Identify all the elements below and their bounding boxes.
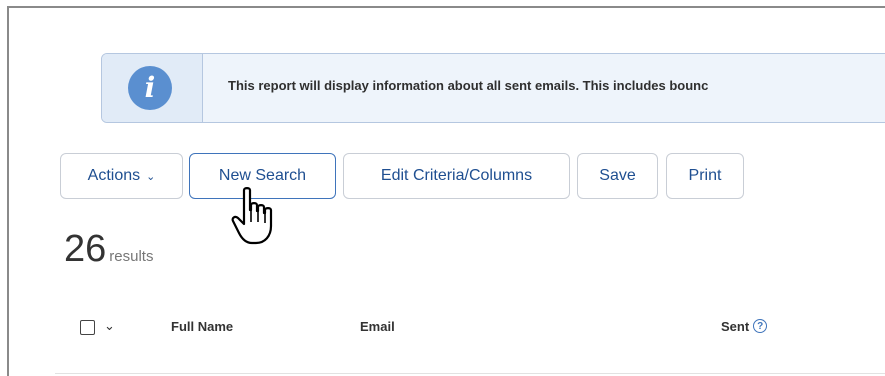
info-banner: i This report will display information a… — [101, 53, 885, 123]
results-count-label: results — [109, 248, 154, 265]
results-count: 26 results — [64, 228, 153, 271]
frame-border-top — [7, 6, 885, 8]
chevron-down-icon: ⌄ — [146, 171, 156, 183]
column-header-full-name[interactable]: Full Name — [171, 319, 233, 334]
table-divider — [55, 373, 885, 374]
actions-button[interactable]: Actions ⌄ — [60, 153, 183, 199]
info-icon: i — [128, 66, 172, 110]
table-header: ⌄ Full Name Email Sent? — [60, 315, 885, 345]
edit-criteria-columns-button[interactable]: Edit Criteria/Columns — [343, 153, 570, 199]
results-count-number: 26 — [64, 228, 107, 270]
frame-border-left — [7, 6, 9, 376]
actions-button-label: Actions — [87, 167, 141, 184]
save-button[interactable]: Save — [577, 153, 658, 199]
hand-pointer-cursor-icon — [231, 187, 273, 245]
select-options-chevron-icon[interactable]: ⌄ — [104, 318, 115, 334]
column-header-sent[interactable]: Sent? — [721, 319, 768, 334]
column-header-email[interactable]: Email — [360, 319, 395, 334]
print-button[interactable]: Print — [666, 153, 744, 199]
column-header-sent-label: Sent — [721, 319, 750, 334]
info-icon-container: i — [102, 54, 203, 122]
help-icon[interactable]: ? — [753, 319, 768, 333]
info-banner-text: This report will display information abo… — [228, 78, 709, 93]
select-all-checkbox[interactable] — [80, 320, 95, 335]
